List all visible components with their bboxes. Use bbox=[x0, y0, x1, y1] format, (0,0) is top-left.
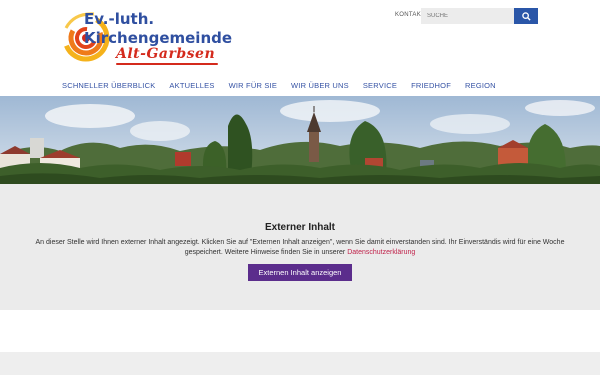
show-external-content-button[interactable]: Externen Inhalt anzeigen bbox=[248, 264, 352, 281]
external-content-title: Externer Inhalt bbox=[264, 222, 336, 233]
search-input[interactable] bbox=[421, 8, 514, 24]
nav-item-region[interactable]: REGION bbox=[465, 72, 502, 96]
external-content-notice: Externer Inhalt An dieser Stelle wird Ih… bbox=[0, 184, 600, 310]
nav-item-wir-ueber-uns[interactable]: WIR ÜBER UNS bbox=[291, 72, 355, 96]
main-navigation: SCHNELLER ÜBERBLICK AKTUELLES WIR FÜR SI… bbox=[0, 72, 600, 96]
nav-item-schneller-ueberblick[interactable]: SCHNELLER ÜBERBLICK bbox=[62, 72, 161, 96]
external-content-description: An dieser Stelle wird Ihnen externer Inh… bbox=[30, 238, 570, 258]
logo-underline bbox=[116, 63, 218, 65]
logo-text-line1: Ev.-luth. bbox=[84, 10, 155, 28]
header-banner-image bbox=[0, 96, 600, 184]
content-spacer bbox=[0, 310, 600, 352]
logo-text-line2: Kirchengemeinde bbox=[84, 29, 233, 47]
logo-text-line3: Alt-Garbsen bbox=[116, 46, 216, 62]
nav-item-service[interactable]: SERVICE bbox=[363, 72, 403, 96]
search-icon bbox=[521, 11, 531, 21]
village-landscape-image bbox=[0, 96, 600, 184]
church-logo[interactable]: Ev.-luth. Kirchengemeinde Alt-Garbsen bbox=[64, 8, 234, 68]
nav-item-wir-fuer-sie[interactable]: WIR FÜR SIE bbox=[229, 72, 283, 96]
privacy-policy-link[interactable]: Datenschutzerklärung bbox=[347, 249, 415, 256]
footer-band bbox=[0, 352, 600, 375]
site-header: Ev.-luth. Kirchengemeinde Alt-Garbsen KO… bbox=[0, 0, 600, 72]
nav-item-friedhof[interactable]: FRIEDHOF bbox=[411, 72, 457, 96]
nav-item-aktuelles[interactable]: AKTUELLES bbox=[169, 72, 220, 96]
external-content-text: An dieser Stelle wird Ihnen externer Inh… bbox=[35, 239, 565, 256]
search-button[interactable] bbox=[514, 8, 538, 24]
